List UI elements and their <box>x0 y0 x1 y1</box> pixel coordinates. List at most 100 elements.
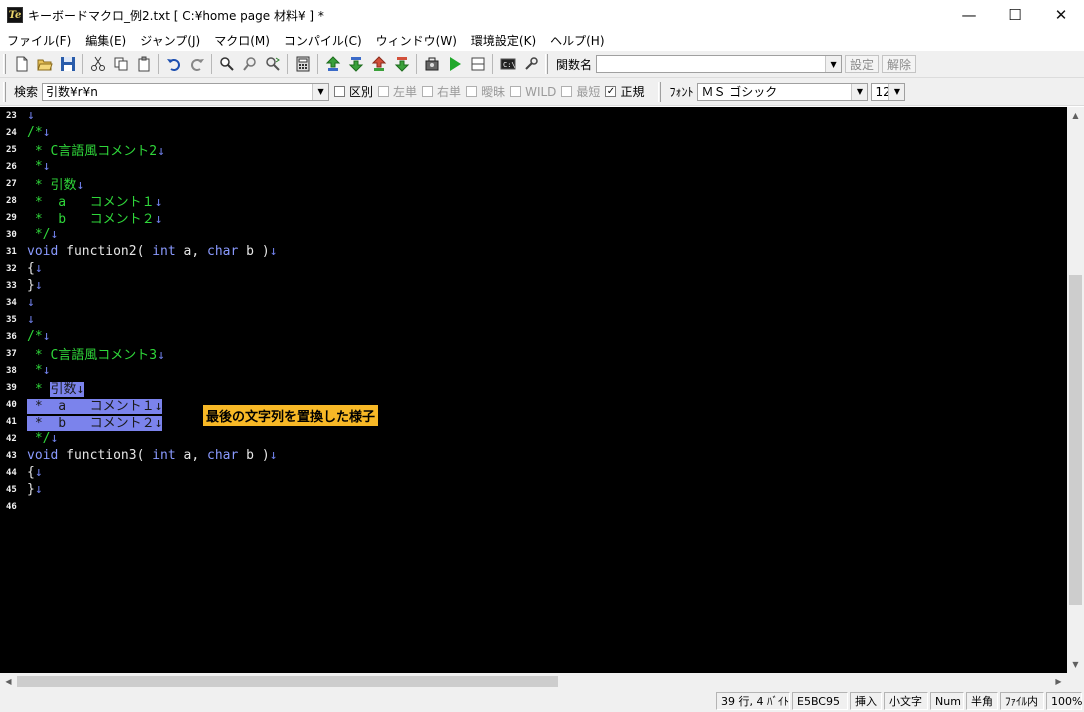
new-file-icon[interactable] <box>10 53 33 75</box>
toolbar-grip[interactable] <box>3 54 6 74</box>
editor-line[interactable]: 27 * 引数↓ <box>0 175 1067 193</box>
split-window-icon[interactable] <box>466 53 489 75</box>
chevron-down-icon[interactable]: ▼ <box>312 83 329 100</box>
editor-line[interactable]: 26 *↓ <box>0 158 1067 175</box>
editor-line[interactable]: 46 <box>0 498 1067 515</box>
copy-icon[interactable] <box>109 53 132 75</box>
search-toolbar: 検索 引数¥r¥n ▼ 区別 左単 右単 曖昧 WILD 最短 ✓ 正規 ﾌｫﾝﾄ… <box>0 78 1084 106</box>
horizontal-scroll-thumb[interactable] <box>17 676 558 687</box>
search-icon[interactable] <box>215 53 238 75</box>
scroll-down-icon[interactable]: ▼ <box>1067 656 1084 673</box>
option-regex-checkbox[interactable]: ✓ 正規 <box>605 83 644 100</box>
search-next-icon[interactable] <box>261 53 284 75</box>
paste-icon[interactable] <box>132 53 155 75</box>
font-select[interactable]: ＭＳ ゴシック ▼ <box>697 82 869 101</box>
editor-line[interactable]: 38 *↓ <box>0 362 1067 379</box>
editor-line[interactable]: 30 */↓ <box>0 226 1067 243</box>
editor-line[interactable]: 24 /*↓ <box>0 124 1067 141</box>
jump-up-icon[interactable] <box>321 53 344 75</box>
editor-line[interactable]: 40 * a コメント１↓ <box>0 396 1067 414</box>
set-button[interactable]: 設定 <box>845 55 880 73</box>
editor-line[interactable]: 35 ↓ <box>0 311 1067 328</box>
scroll-right-icon[interactable]: ▶ <box>1050 673 1067 690</box>
command-prompt-icon[interactable]: C:\ <box>496 53 519 75</box>
undo-icon[interactable] <box>162 53 185 75</box>
menu-jump[interactable]: ジャンプ(J) <box>133 32 207 49</box>
font-size-select[interactable]: 12 ▼ <box>871 82 906 101</box>
save-icon[interactable] <box>56 53 79 75</box>
scroll-up-icon[interactable]: ▲ <box>1067 107 1084 124</box>
checkbox-box[interactable] <box>422 86 434 97</box>
editor-line[interactable]: 43 void function3( int a, char b )↓ <box>0 447 1067 464</box>
tool-icon[interactable] <box>519 53 542 75</box>
end-of-line-icon: ↓ <box>42 329 51 344</box>
vertical-scroll-thumb[interactable] <box>1069 275 1082 605</box>
vertical-scrollbar[interactable]: ▲ ▼ <box>1067 107 1084 673</box>
menu-window[interactable]: ウィンドウ(W) <box>369 32 464 49</box>
editor-line[interactable]: 36 /*↓ <box>0 328 1067 345</box>
app-icon[interactable]: Te <box>7 7 23 23</box>
editor-line[interactable]: 28 * a コメント１↓ <box>0 192 1067 210</box>
menu-macro[interactable]: マクロ(M) <box>207 32 277 49</box>
code-token: { <box>27 261 35 276</box>
calculator-icon[interactable] <box>291 53 314 75</box>
checkbox-box[interactable] <box>510 86 522 97</box>
editor-line[interactable]: 29 * b コメント２↓ <box>0 209 1067 227</box>
function-name-combo[interactable]: ▼ <box>596 55 843 73</box>
editor-line[interactable]: 34 ↓ <box>0 294 1067 311</box>
redo-icon[interactable] <box>185 53 208 75</box>
close-button[interactable]: ✕ <box>1038 0 1084 30</box>
option-case-checkbox[interactable]: 区別 <box>334 83 373 100</box>
toolbar-grip[interactable] <box>545 54 548 74</box>
editor-line[interactable]: 42 */↓ <box>0 430 1067 447</box>
option-wild-checkbox[interactable]: WILD <box>510 85 556 99</box>
editor-line[interactable]: 31 void function2( int a, char b )↓ <box>0 243 1067 260</box>
maximize-button[interactable]: ☐ <box>992 0 1038 30</box>
chevron-down-icon[interactable]: ▼ <box>851 83 868 100</box>
menu-file[interactable]: ファイル(F) <box>0 32 78 49</box>
release-button[interactable]: 解除 <box>882 55 917 73</box>
editor-line[interactable]: 45}↓ <box>0 481 1067 498</box>
scroll-left-icon[interactable]: ◀ <box>0 673 17 690</box>
chevron-down-icon[interactable]: ▼ <box>825 56 842 72</box>
checkmark-icon[interactable]: ✓ <box>605 86 617 97</box>
checkbox-box[interactable] <box>334 86 346 97</box>
minimize-button[interactable]: — <box>946 0 992 30</box>
search-input[interactable]: 引数¥r¥n ▼ <box>42 82 330 101</box>
menu-settings[interactable]: 環境設定(K) <box>464 32 543 49</box>
line-number: 39 <box>6 382 17 393</box>
option-fuzzy-checkbox[interactable]: 曖昧 <box>466 83 505 100</box>
editor-line[interactable]: 41 * b コメント２↓ <box>0 413 1067 431</box>
menu-help[interactable]: ヘルプ(H) <box>543 32 611 49</box>
end-of-line-icon: ↓ <box>27 312 35 327</box>
toolbar-grip[interactable] <box>3 81 6 102</box>
editor-line[interactable]: 23 ↓ <box>0 107 1067 124</box>
open-folder-icon[interactable] <box>33 53 56 75</box>
option-shortest-checkbox[interactable]: 最短 <box>561 83 600 100</box>
macro-record-icon[interactable] <box>420 53 443 75</box>
search-prev-icon[interactable] <box>238 53 261 75</box>
toolbar-grip[interactable] <box>658 81 662 102</box>
jump-down-icon[interactable] <box>344 53 367 75</box>
macro-play-icon[interactable] <box>443 53 466 75</box>
editor-line[interactable]: 39 * 引数↓ <box>0 379 1067 397</box>
option-right-word-checkbox[interactable]: 右単 <box>422 83 461 100</box>
editor-line[interactable]: 44 {↓ <box>0 464 1067 481</box>
checkbox-box[interactable] <box>561 86 573 97</box>
editor-line[interactable]: 25 * C言語風コメント2↓ <box>0 141 1067 159</box>
menu-compile[interactable]: コンパイル(C) <box>277 32 369 49</box>
editor-line[interactable]: 37 * C言語風コメント3↓ <box>0 345 1067 363</box>
editor-line[interactable]: 33}↓ <box>0 277 1067 294</box>
editor-line[interactable]: 32 {↓ <box>0 260 1067 277</box>
jump-top-icon[interactable] <box>367 53 390 75</box>
checkbox-box[interactable] <box>466 86 478 97</box>
chevron-down-icon[interactable]: ▼ <box>888 83 905 100</box>
cut-icon[interactable] <box>86 53 109 75</box>
jump-bottom-icon[interactable] <box>390 53 413 75</box>
menu-edit[interactable]: 編集(E) <box>78 32 133 49</box>
editor-area[interactable]: 23 ↓ 24/*↓ 25 * C言語風コメント2↓ 26 *↓ 27 * 引数↓ 28 *… <box>0 107 1067 673</box>
code-token: char <box>207 244 239 259</box>
option-left-word-checkbox[interactable]: 左単 <box>378 83 417 100</box>
checkbox-box[interactable] <box>378 86 390 97</box>
horizontal-scrollbar[interactable]: ◀ ▶ <box>0 673 1067 690</box>
